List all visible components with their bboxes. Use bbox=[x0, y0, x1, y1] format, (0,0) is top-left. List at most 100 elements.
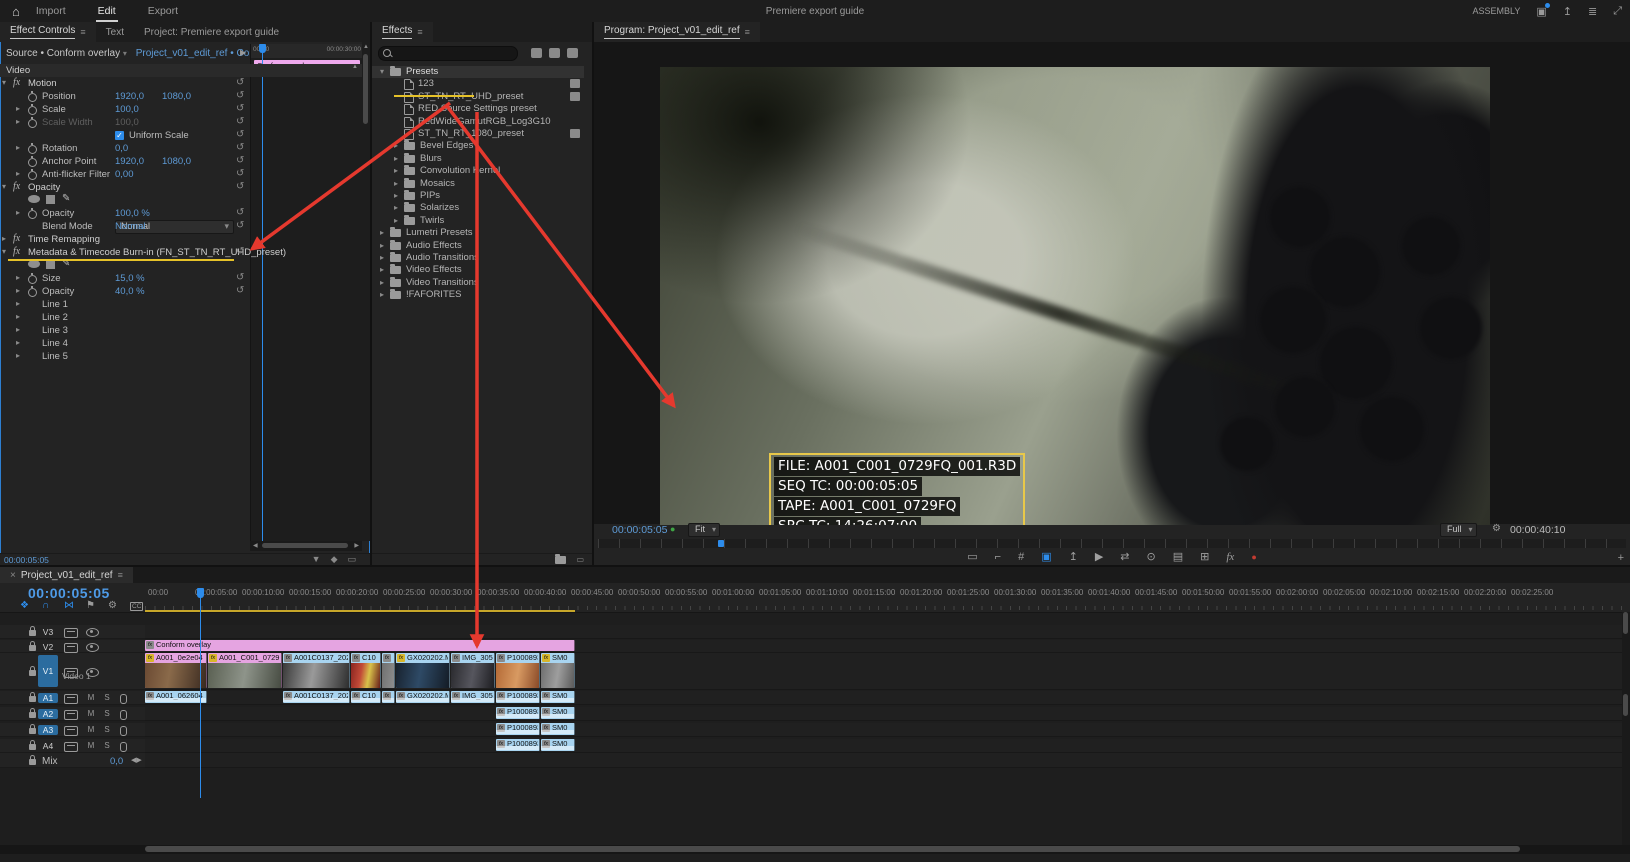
track-select-a3[interactable]: A3 bbox=[38, 725, 58, 735]
nav-export[interactable]: Export bbox=[146, 2, 180, 20]
export-frame-icon[interactable]: ↥ bbox=[1069, 551, 1078, 564]
twirl-icon[interactable]: ▸ bbox=[394, 154, 398, 163]
solo-button[interactable]: S bbox=[102, 725, 112, 734]
ec-playhead-handle[interactable] bbox=[259, 44, 266, 53]
lock-icon[interactable] bbox=[29, 712, 36, 718]
track-select-v3[interactable]: V3 bbox=[38, 627, 58, 637]
twirl-icon[interactable]: ▾ bbox=[2, 182, 6, 191]
twirl-icon[interactable]: ▸ bbox=[380, 228, 384, 237]
effect-row-motion[interactable]: ▾fxMotion↺ bbox=[0, 77, 250, 90]
clip-a001-062604[interactable]: fxA001_062604 bbox=[145, 691, 207, 703]
twirl-icon[interactable]: ▸ bbox=[16, 299, 20, 308]
source-patch-icon[interactable] bbox=[64, 710, 78, 720]
solo-button[interactable]: S bbox=[102, 693, 112, 702]
toggle-track-output-icon[interactable] bbox=[86, 628, 99, 637]
clip-sm0[interactable]: fxSM0 bbox=[541, 691, 575, 703]
source-patch-icon[interactable] bbox=[64, 726, 78, 736]
clip-sm0[interactable]: fxSM0 bbox=[541, 653, 575, 688]
effect-row-scale-width[interactable]: ▸Scale Width100,0↺ bbox=[0, 116, 250, 129]
lane-hscrollbar[interactable]: ◀ ▶ bbox=[250, 541, 362, 551]
reset-icon[interactable]: ↺ bbox=[236, 77, 244, 88]
effects-item-pips[interactable]: ▸PIPs bbox=[372, 190, 584, 202]
track-lane-mix[interactable] bbox=[145, 753, 1622, 768]
safe-margins-icon[interactable]: ▭ bbox=[967, 551, 977, 564]
param-value[interactable]: 1920,0 bbox=[115, 91, 144, 102]
stopwatch-icon[interactable] bbox=[28, 106, 37, 115]
twirl-icon[interactable]: ▾ bbox=[380, 67, 384, 76]
delete-icon[interactable]: ▭ bbox=[576, 555, 584, 564]
keyframe-nav-icon[interactable]: ◆ bbox=[331, 554, 338, 564]
new-custom-bin-icon[interactable] bbox=[555, 556, 566, 563]
zoom-level-select[interactable]: Fit▾ bbox=[688, 523, 720, 537]
track-header-v2[interactable]: V2 bbox=[0, 640, 145, 653]
voiceover-record-icon[interactable] bbox=[120, 710, 127, 720]
program-playhead[interactable] bbox=[718, 540, 724, 547]
track-lane-v3[interactable] bbox=[145, 625, 1622, 639]
mask-ellipse-icon[interactable] bbox=[28, 195, 40, 203]
param-value[interactable]: 40,0 % bbox=[115, 286, 145, 297]
effect-row-line-3[interactable]: ▸Line 3 bbox=[0, 324, 250, 337]
tab-effect-controls[interactable]: Effect Controls≡ bbox=[0, 22, 96, 42]
lock-icon[interactable] bbox=[29, 744, 36, 750]
track-header-mix[interactable]: Mix0,0◀▶ bbox=[0, 753, 145, 768]
workspace-icon[interactable]: ▣ bbox=[1536, 5, 1546, 18]
reset-icon[interactable]: ↺ bbox=[236, 246, 244, 257]
voiceover-record-icon[interactable] bbox=[120, 726, 127, 736]
effect-row-metadata-timecode-burn-in-fn-st-tn-rt-uhd-preset[interactable]: ▾fxMetadata & Timecode Burn-in (FN_ST_TN… bbox=[0, 246, 250, 259]
twirl-icon[interactable]: ▸ bbox=[16, 169, 20, 178]
home-icon[interactable]: ⌂ bbox=[12, 4, 20, 19]
program-scrub-bar[interactable] bbox=[598, 539, 1626, 548]
param-value-2[interactable]: 1080,0 bbox=[162, 91, 191, 102]
effects-item-video-effects[interactable]: ▸Video Effects bbox=[372, 264, 584, 276]
solo-button[interactable]: S bbox=[102, 741, 112, 750]
twirl-icon[interactable]: ▸ bbox=[380, 290, 384, 299]
button-editor-icon[interactable]: ⊞ bbox=[1200, 551, 1209, 564]
loop-icon[interactable]: ⇄ bbox=[1120, 551, 1129, 564]
scroll-up-icon[interactable]: ▲ bbox=[352, 64, 358, 70]
tab-text[interactable]: Text bbox=[96, 22, 134, 42]
lock-icon[interactable] bbox=[29, 670, 36, 676]
voiceover-record-icon[interactable] bbox=[120, 694, 127, 704]
effect-row-position[interactable]: Position1920,01080,0↺ bbox=[0, 90, 250, 103]
twirl-icon[interactable]: ▸ bbox=[16, 143, 20, 152]
twirl-icon[interactable]: ▸ bbox=[16, 286, 20, 295]
source-patch-icon[interactable] bbox=[64, 694, 78, 704]
nav-edit[interactable]: Edit bbox=[96, 2, 118, 20]
clip-img-3050[interactable]: fxIMG_3050. bbox=[451, 653, 495, 688]
panel-menu-icon[interactable]: ≡ bbox=[417, 27, 422, 37]
stopwatch-icon[interactable] bbox=[28, 158, 37, 167]
yuv-effects-icon[interactable] bbox=[567, 48, 578, 58]
effect-row-line-1[interactable]: ▸Line 1 bbox=[0, 298, 250, 311]
settings-wrench-icon[interactable]: ⚙ bbox=[1492, 523, 1501, 534]
multicam-icon[interactable]: ▤ bbox=[1173, 551, 1183, 564]
effects-item-123[interactable]: 123 bbox=[372, 78, 584, 90]
clip-p1000893[interactable]: fxP1000893. bbox=[496, 723, 540, 735]
effects-item-faforites[interactable]: ▸!FAFORITES bbox=[372, 289, 584, 301]
solo-button[interactable]: S bbox=[102, 709, 112, 718]
clip-a001-0e2e04[interactable]: fxA001_0e2e04 bbox=[145, 653, 207, 688]
timeline-playhead[interactable] bbox=[200, 588, 201, 798]
twirl-icon[interactable]: ▸ bbox=[16, 351, 20, 360]
twirl-icon[interactable]: ▾ bbox=[2, 78, 6, 87]
zoom-icon[interactable]: ▭ bbox=[347, 554, 356, 564]
mask-ellipse-icon[interactable] bbox=[28, 260, 40, 268]
clip-item[interactable]: fx bbox=[382, 653, 395, 688]
show-timeline-icon[interactable]: ▶ bbox=[240, 48, 246, 57]
effects-item-twirls[interactable]: ▸Twirls bbox=[372, 215, 584, 227]
panel-menu-icon[interactable]: ≡ bbox=[745, 27, 750, 37]
param-value[interactable]: 1920,0 bbox=[115, 156, 144, 167]
mute-button[interactable]: M bbox=[86, 709, 96, 718]
track-lane-a4[interactable] bbox=[145, 739, 1622, 753]
reset-icon[interactable]: ↺ bbox=[236, 272, 244, 283]
track-header-a1[interactable]: A1MS bbox=[0, 691, 145, 705]
add-button-icon[interactable]: + bbox=[1618, 552, 1624, 564]
reset-icon[interactable]: ↺ bbox=[236, 220, 244, 231]
play-icon[interactable]: ▶ bbox=[1095, 551, 1103, 564]
twirl-icon[interactable]: ▸ bbox=[394, 141, 398, 150]
clip-conform-overlay[interactable]: fxConform overlay bbox=[145, 640, 575, 651]
lift-icon[interactable]: ⌐ bbox=[995, 551, 1001, 564]
clip-gx020202-m[interactable]: fxGX020202.M bbox=[396, 653, 450, 688]
32bit-effects-icon[interactable] bbox=[549, 48, 560, 58]
lock-icon[interactable] bbox=[29, 645, 36, 651]
reset-icon[interactable]: ↺ bbox=[236, 142, 244, 153]
